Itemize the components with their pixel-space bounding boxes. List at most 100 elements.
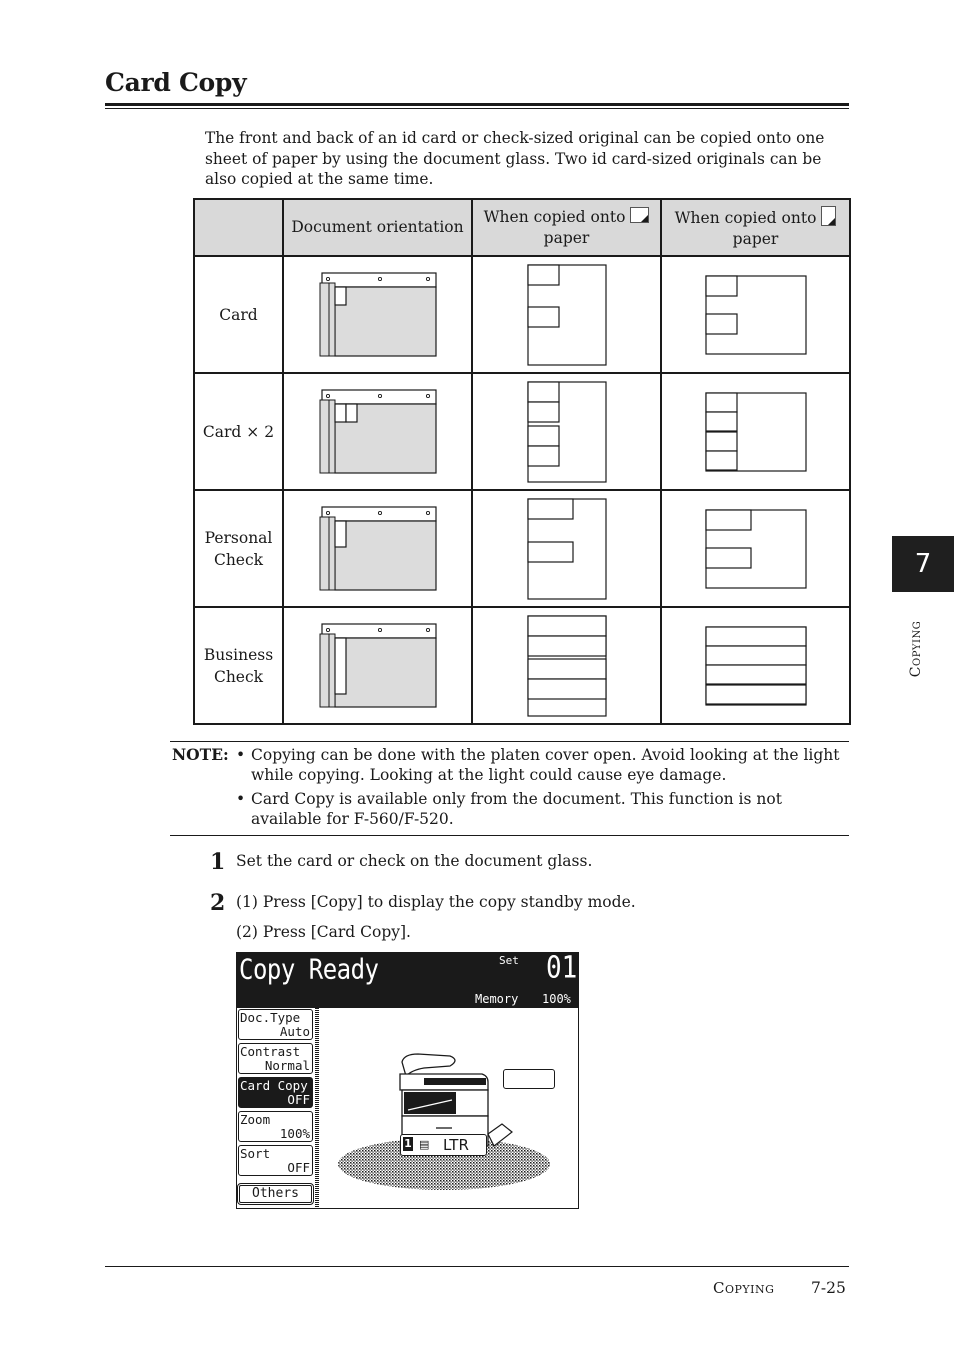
title-rule-thick xyxy=(105,103,849,106)
orientation-diagram xyxy=(282,255,473,374)
row-label: Card × 2 xyxy=(193,372,284,491)
softkey-doc-type[interactable]: Doc.Type Auto xyxy=(238,1009,313,1040)
note-rule-top xyxy=(170,741,849,742)
chapter-section-label: Copying xyxy=(908,620,924,678)
orientation-diagram xyxy=(282,372,473,491)
copied-image xyxy=(526,614,607,637)
lcd-header: Copy Ready Set 01 Memory 100% xyxy=(237,953,578,1008)
softkey-sort[interactable]: Sort OFF xyxy=(238,1145,313,1176)
note-bullet: • Copying can be done with the platen cov… xyxy=(236,746,840,784)
copied-image xyxy=(704,391,738,413)
page-title: Card Copy xyxy=(105,68,247,97)
title-rule-thin xyxy=(105,108,849,109)
softkey-zoom[interactable]: Zoom 100% xyxy=(238,1111,313,1142)
copied-image xyxy=(704,546,752,569)
table-header-row: Document orientation When copied onto pa… xyxy=(193,198,851,257)
landscape-output xyxy=(526,497,607,600)
note-bullet: • Card Copy is available only from the do… xyxy=(236,790,782,828)
softkey-card-copy[interactable]: Card Copy OFF xyxy=(238,1077,313,1108)
step-text: (2) Press [Card Copy]. xyxy=(236,923,411,941)
document-glass-diagram xyxy=(319,622,437,708)
copied-image xyxy=(704,274,738,297)
document-glass xyxy=(333,636,437,708)
check-original xyxy=(333,636,347,695)
paper-icon: ▤ xyxy=(419,1138,430,1151)
portrait-output-diagram xyxy=(660,372,851,491)
paper-tray-indicator[interactable]: 1 ▤ LTR xyxy=(400,1134,487,1156)
copied-image xyxy=(526,497,574,520)
hinge-dot xyxy=(325,627,330,632)
scale-guide xyxy=(319,282,335,356)
step-text: Set the card or check on the document gl… xyxy=(236,852,593,870)
scale-guide xyxy=(319,516,335,590)
header-portrait-text: When copied onto xyxy=(674,208,817,227)
memory-label: Memory xyxy=(475,992,519,1006)
portrait-output-diagram xyxy=(660,255,851,374)
others-button[interactable]: Others xyxy=(237,1183,314,1205)
copied-image xyxy=(526,657,607,680)
copied-image xyxy=(704,625,807,647)
note-label: NOTE: xyxy=(172,745,229,764)
copied-image xyxy=(704,683,807,705)
card-copy-table: Document orientation When copied onto pa… xyxy=(193,198,851,725)
portrait-output xyxy=(704,508,807,589)
step-number: 1 xyxy=(210,849,226,875)
landscape-output xyxy=(526,380,607,483)
copied-image xyxy=(526,444,560,467)
landscape-output xyxy=(526,263,607,366)
copied-image xyxy=(704,663,807,685)
footer-rule xyxy=(105,1266,849,1267)
hinge-dot xyxy=(425,627,430,632)
copied-image xyxy=(704,410,738,432)
check-original xyxy=(333,519,347,548)
portrait-output xyxy=(704,391,807,472)
scale-guide xyxy=(319,399,335,473)
paper-size: LTR xyxy=(443,1136,469,1154)
hinge-dot xyxy=(425,510,430,515)
row-label: Business Check xyxy=(193,606,284,725)
memory-value: 100% xyxy=(542,992,571,1006)
document-glass xyxy=(333,519,437,591)
card-original xyxy=(333,285,347,306)
copied-image xyxy=(526,634,607,657)
copied-image xyxy=(704,449,738,471)
copied-image xyxy=(526,677,607,700)
orientation-diagram xyxy=(282,489,473,608)
copied-image xyxy=(704,430,738,452)
copied-image xyxy=(704,508,752,531)
row-label: Card xyxy=(193,255,284,374)
lcd-screen: Copy Ready Set 01 Memory 100% Doc.Type Au… xyxy=(236,952,579,1209)
hinge-dot xyxy=(425,276,430,281)
portrait-output xyxy=(704,625,807,706)
document-glass xyxy=(333,285,437,357)
softkey-contrast[interactable]: Contrast Normal xyxy=(238,1043,313,1074)
hinge-dot xyxy=(377,393,382,398)
landscape-output-diagram xyxy=(471,255,662,374)
document-glass-diagram xyxy=(319,505,437,591)
page-number: 7-25 xyxy=(811,1279,846,1297)
hinge-dot xyxy=(377,510,382,515)
hinge-dot xyxy=(325,276,330,281)
landscape-output-diagram xyxy=(471,489,662,608)
copied-image xyxy=(704,644,807,666)
document-glass-diagram xyxy=(319,388,437,474)
header-document-orientation: Document orientation xyxy=(282,198,473,257)
copied-image xyxy=(526,424,560,447)
lcd-title: Copy Ready xyxy=(239,953,379,986)
document-glass-diagram xyxy=(319,271,437,357)
softkey-divider xyxy=(315,1008,319,1208)
copied-image xyxy=(526,540,574,563)
note-rule-bottom xyxy=(170,835,849,836)
card-original xyxy=(333,402,347,423)
set-value: 01 xyxy=(546,952,578,986)
status-box xyxy=(503,1069,555,1089)
footer-section: Copying xyxy=(713,1279,775,1297)
hinge-dot xyxy=(377,276,382,281)
scale-guide xyxy=(319,633,335,707)
landscape-output-diagram xyxy=(471,372,662,491)
header-landscape-suffix: paper xyxy=(543,228,590,247)
table-row: Personal Check xyxy=(193,489,851,608)
set-label: Set xyxy=(499,954,519,967)
landscape-paper-icon xyxy=(630,206,650,223)
header-landscape-text: When copied onto xyxy=(483,207,626,226)
